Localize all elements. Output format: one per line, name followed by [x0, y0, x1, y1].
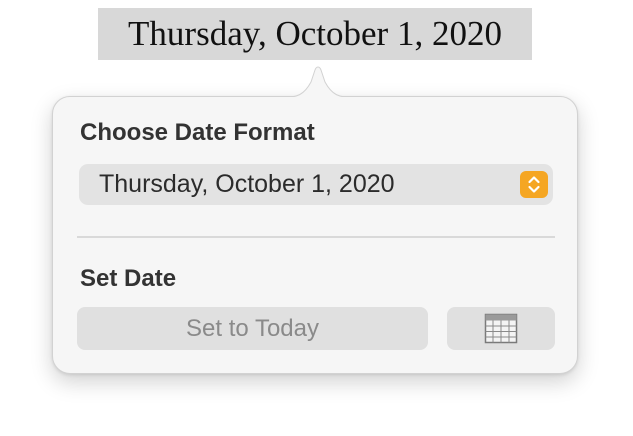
date-format-select-value: Thursday, October 1, 2020 [99, 170, 395, 198]
date-format-select[interactable]: Thursday, October 1, 2020 [79, 164, 553, 205]
chevron-up-down-icon[interactable] [520, 171, 548, 198]
calendar-button[interactable] [447, 307, 555, 350]
date-format-popover: Choose Date Format Thursday, October 1, … [52, 96, 578, 374]
selected-date-text[interactable]: Thursday, October 1, 2020 [98, 8, 532, 60]
section-divider [77, 236, 555, 238]
choose-date-format-heading: Choose Date Format [80, 119, 315, 146]
set-date-heading: Set Date [80, 265, 177, 292]
calendar-icon [484, 313, 518, 344]
set-to-today-button[interactable]: Set to Today [77, 307, 428, 350]
popover-arrow [283, 66, 353, 98]
